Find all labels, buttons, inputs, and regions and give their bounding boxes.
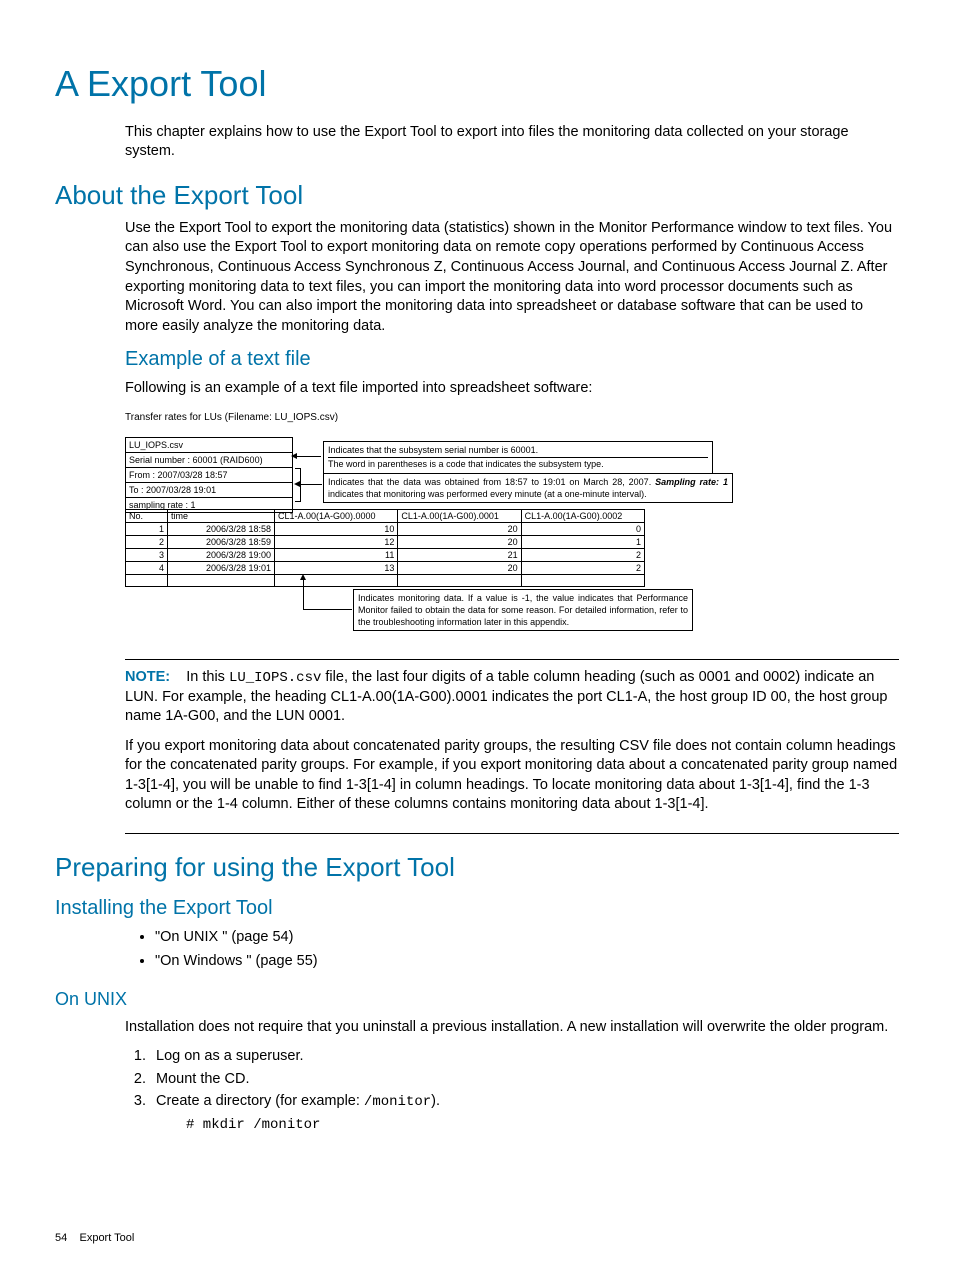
divider bbox=[125, 659, 899, 660]
list-item: "On Windows " (page 55) bbox=[155, 952, 899, 972]
unix-steps: Log on as a superuser. Mount the CD. Cre… bbox=[125, 1047, 899, 1135]
step-1: Log on as a superuser. bbox=[150, 1047, 899, 1067]
meta-to: To : 2007/03/28 19:01 bbox=[126, 483, 292, 498]
footer-page-number: 54 bbox=[55, 1232, 67, 1244]
table-row: 1 2006/3/28 18:58 10 20 0 bbox=[126, 522, 645, 535]
table-row-empty bbox=[126, 575, 645, 587]
note-text-1a: In this bbox=[186, 669, 229, 685]
about-heading: About the Export Tool bbox=[55, 178, 899, 213]
callout-serial-line2: The word in parentheses is a code that i… bbox=[328, 458, 708, 471]
note-label: NOTE: bbox=[125, 669, 170, 685]
installing-heading: Installing the Export Tool bbox=[55, 895, 899, 922]
meta-from: From : 2007/03/28 18:57 bbox=[126, 468, 292, 483]
about-body: Use the Export Tool to export the monito… bbox=[125, 219, 899, 336]
step3-text-b: ). bbox=[431, 1093, 440, 1109]
example-intro: Following is an example of a text file i… bbox=[125, 379, 899, 399]
callout-sampling: Indicates that the data was obtained fro… bbox=[323, 473, 733, 503]
meta-box: LU_IOPS.csv Serial number : 60001 (RAID6… bbox=[125, 437, 293, 514]
preparing-heading: Preparing for using the Export Tool bbox=[55, 850, 899, 885]
callout-sampling-c: indicates that monitoring was performed … bbox=[328, 489, 647, 499]
th-no: No. bbox=[126, 509, 168, 522]
install-links-list: "On UNIX " (page 54) "On Windows " (page… bbox=[155, 928, 899, 971]
on-unix-heading: On UNIX bbox=[55, 987, 899, 1011]
page-title: A Export Tool bbox=[55, 60, 899, 109]
callout-sampling-a: Indicates that the data was obtained fro… bbox=[328, 477, 655, 487]
note-paragraph-2: If you export monitoring data about conc… bbox=[125, 737, 899, 815]
step-3: Create a directory (for example: /monito… bbox=[150, 1092, 899, 1135]
step3-code: /monitor bbox=[364, 1094, 431, 1110]
table-row: 4 2006/3/28 19:01 13 20 2 bbox=[126, 562, 645, 575]
meta-filename: LU_IOPS.csv bbox=[126, 438, 292, 453]
divider bbox=[125, 833, 899, 834]
note-code: LU_IOPS.csv bbox=[229, 670, 321, 686]
th-col2: CL1-A.00(1A-G00).0002 bbox=[521, 509, 644, 522]
example-diagram: Transfer rates for LUs (Filename: LU_IOP… bbox=[125, 411, 745, 641]
unix-intro: Installation does not require that you u… bbox=[125, 1018, 899, 1038]
table-row: 2 2006/3/28 18:59 12 20 1 bbox=[126, 536, 645, 549]
link-unix[interactable]: "On UNIX " (page 54) bbox=[155, 929, 293, 945]
link-windows[interactable]: "On Windows " (page 55) bbox=[155, 953, 318, 969]
table-header-row: No. time CL1-A.00(1A-G00).0000 CL1-A.00(… bbox=[126, 509, 645, 522]
th-time: time bbox=[168, 509, 275, 522]
callout-serial-line1: Indicates that the subsystem serial numb… bbox=[328, 444, 708, 458]
page-footer: 54 Export Tool bbox=[55, 1231, 134, 1246]
th-col0: CL1-A.00(1A-G00).0000 bbox=[275, 509, 398, 522]
note-paragraph-1: NOTE: In this LU_IOPS.csv file, the last… bbox=[125, 668, 899, 727]
diagram-caption: Transfer rates for LUs (Filename: LU_IOP… bbox=[125, 411, 338, 425]
callout-serial: Indicates that the subsystem serial numb… bbox=[323, 441, 713, 474]
list-item: "On UNIX " (page 54) bbox=[155, 928, 899, 948]
callout-monitoring-data: Indicates monitoring data. If a value is… bbox=[353, 589, 693, 631]
table-row: 3 2006/3/28 19:00 11 21 2 bbox=[126, 549, 645, 562]
mkdir-command: # mkdir /monitor bbox=[186, 1116, 899, 1135]
data-table: No. time CL1-A.00(1A-G00).0000 CL1-A.00(… bbox=[125, 509, 645, 588]
intro-paragraph: This chapter explains how to use the Exp… bbox=[125, 123, 899, 162]
th-col1: CL1-A.00(1A-G00).0001 bbox=[398, 509, 521, 522]
callout-sampling-b: Sampling rate: 1 bbox=[655, 477, 728, 487]
meta-serial: Serial number : 60001 (RAID600) bbox=[126, 453, 292, 468]
step3-text-a: Create a directory (for example: bbox=[156, 1093, 364, 1109]
footer-label: Export Tool bbox=[79, 1232, 134, 1244]
example-heading: Example of a text file bbox=[125, 346, 899, 373]
step-2: Mount the CD. bbox=[150, 1070, 899, 1090]
